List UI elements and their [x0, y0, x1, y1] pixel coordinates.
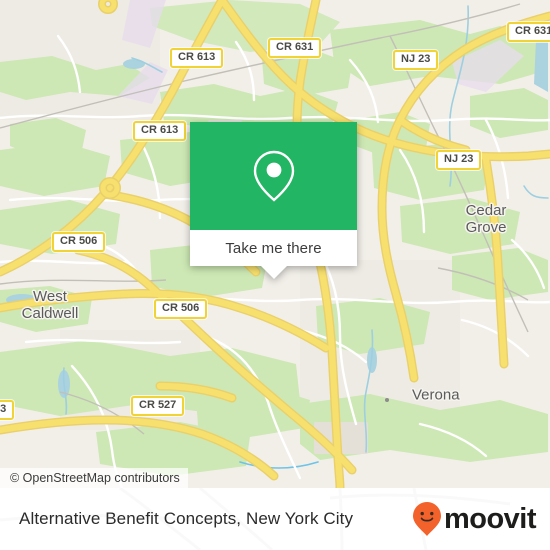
road-shield-cr613-north: CR 613	[170, 48, 224, 68]
osm-attribution[interactable]: © OpenStreetMap contributors	[0, 468, 188, 488]
road-shield-cr506-west: CR 506	[52, 232, 106, 252]
take-me-there-button[interactable]: Take me there	[190, 230, 357, 266]
road-shield-cr613-clipped: 13	[0, 400, 15, 420]
place-label-west-caldwell: West Caldwell	[22, 288, 79, 322]
moovit-wordmark: moovit	[443, 502, 537, 535]
moovit-logo[interactable]: moovit	[412, 501, 537, 537]
road-shield-cr506-mid: CR 506	[154, 299, 208, 319]
page-title: Alternative Benefit Concepts, New York C…	[19, 509, 354, 528]
place-label-line: Grove	[465, 219, 507, 236]
footer-bar: Alternative Benefit Concepts, New York C…	[0, 488, 550, 550]
road-shield-nj23-north: NJ 23	[393, 50, 439, 70]
place-label-line: Verona	[412, 386, 460, 404]
moovit-pin-icon	[412, 502, 441, 536]
road-shield-cr631-north: CR 631	[268, 38, 322, 58]
place-label-line: Caldwell	[21, 305, 79, 322]
road-shield-nj23-east: NJ 23	[436, 150, 482, 170]
road-shield-cr631-corner: CR 631	[507, 22, 550, 42]
popup-image	[190, 122, 357, 230]
road-shield-cr613-mid: CR 613	[133, 121, 187, 141]
map-pin-icon	[253, 150, 294, 202]
map-canvas[interactable]: Cedar Grove West Caldwell Verona CR 613 …	[0, 0, 550, 488]
place-label-line: Cedar	[465, 202, 507, 219]
place-label-cedar-grove: Cedar Grove	[466, 202, 507, 236]
road-shield-cr527: CR 527	[131, 396, 185, 416]
place-dot-verona	[385, 398, 389, 402]
popup-tail	[260, 266, 287, 279]
place-label-line: West	[33, 288, 67, 305]
place-label-verona: Verona	[412, 387, 460, 404]
location-popup-card[interactable]: Take me there	[190, 122, 357, 279]
